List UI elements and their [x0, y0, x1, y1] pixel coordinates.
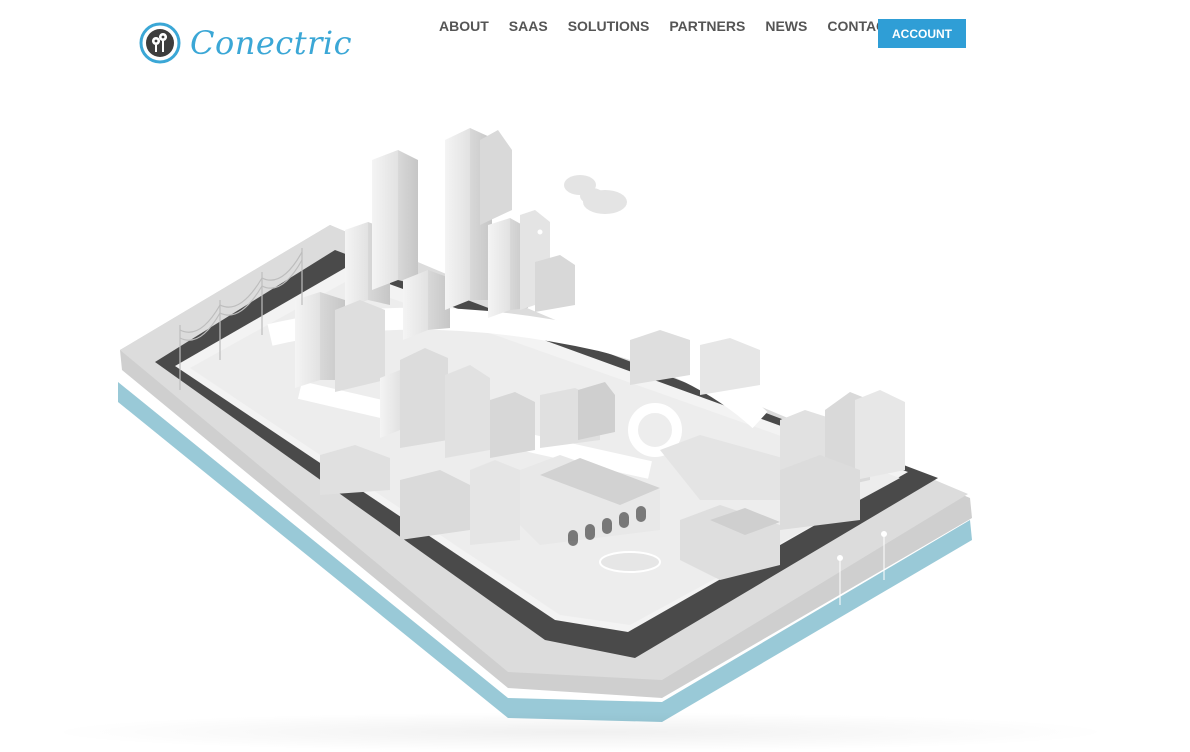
nav-news[interactable]: NEWS — [765, 18, 807, 34]
nav-partners[interactable]: PARTNERS — [669, 18, 745, 34]
nav-about[interactable]: ABOUT — [439, 18, 489, 34]
logo-icon — [139, 22, 181, 64]
nav-saas[interactable]: SAAS — [509, 18, 548, 34]
main-nav: ABOUT SAAS SOLUTIONS PARTNERS NEWS CONTA… — [439, 18, 915, 34]
site-header: Conectric ABOUT SAAS SOLUTIONS PARTNERS … — [0, 0, 1190, 80]
brand-logo[interactable]: Conectric — [139, 22, 352, 64]
nav-solutions[interactable]: SOLUTIONS — [568, 18, 650, 34]
bottom-shadow — [40, 712, 1120, 752]
brand-name: Conectric — [190, 24, 353, 62]
clouds — [564, 175, 627, 214]
account-button[interactable]: ACCOUNT — [878, 19, 966, 48]
hero-illustration — [118, 128, 972, 722]
